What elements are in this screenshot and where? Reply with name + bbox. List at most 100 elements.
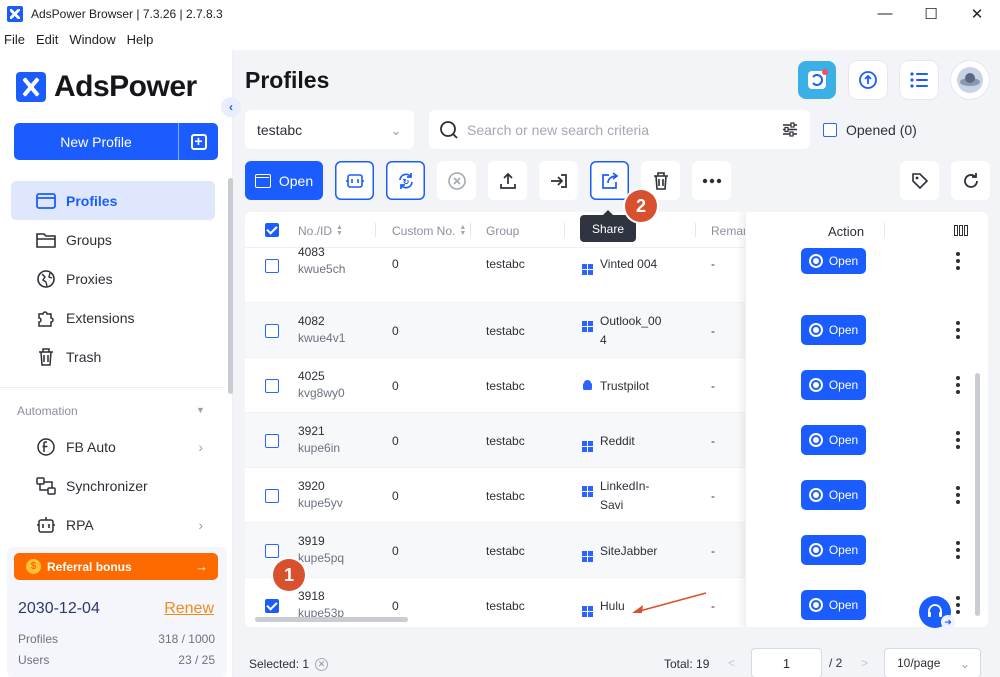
sidebar-item-proxies[interactable]: Proxies (0, 259, 233, 298)
row-more-icon[interactable] (955, 431, 961, 449)
step-badge-2: 2 (625, 190, 657, 222)
minimize-button[interactable]: — (862, 0, 908, 27)
clear-selection-icon[interactable]: ✕ (315, 657, 329, 671)
profile-name: Trustpilot (582, 379, 649, 393)
sidebar-item-label: Trash (66, 348, 102, 365)
expiry-date: 2030-12-04 (18, 600, 100, 617)
sidebar-item-synchronizer[interactable]: Synchronizer (0, 466, 233, 505)
app-promo-button[interactable] (798, 61, 836, 99)
row-checkbox[interactable] (265, 489, 279, 503)
row-open-button[interactable]: Open (801, 248, 866, 274)
new-profile-button[interactable]: New Profile (14, 123, 178, 160)
profile-name: Outlook_00 4 (582, 313, 661, 349)
row-open-button[interactable]: Open (801, 425, 866, 455)
browser-icon (808, 598, 823, 612)
row-checkbox[interactable] (265, 379, 279, 393)
close-button[interactable]: ✕ (954, 0, 1000, 27)
row-checkbox[interactable] (265, 259, 279, 273)
user-avatar[interactable] (951, 61, 989, 99)
next-page-button[interactable]: > (861, 656, 868, 670)
renew-link[interactable]: Renew (164, 600, 214, 618)
row-more-icon[interactable] (955, 321, 961, 339)
row-more-icon[interactable] (955, 596, 961, 614)
task-list-button[interactable] (900, 61, 938, 99)
rpa-button[interactable] (335, 161, 374, 200)
sidebar-nav: Profiles Groups Proxies Extensions Trash (0, 181, 233, 376)
browser-icon (808, 543, 823, 557)
row-open-button[interactable]: Open (801, 535, 866, 565)
table-vertical-scrollbar[interactable] (975, 373, 980, 616)
users-quota: Users 23 / 25 (18, 653, 215, 667)
menu-help[interactable]: Help (127, 32, 154, 47)
column-settings-icon[interactable] (954, 225, 968, 236)
refresh-logo-icon (808, 69, 828, 89)
menu-window[interactable]: Window (69, 32, 115, 47)
sidebar-item-label: Synchronizer (66, 477, 148, 494)
profile-no-id: 4025 kvg8wy0 (298, 369, 345, 400)
row-checkbox[interactable] (265, 324, 279, 338)
row-more-icon[interactable] (955, 376, 961, 394)
opened-filter[interactable]: Opened (0) (823, 122, 917, 138)
referral-bonus-banner[interactable]: $ Referral bonus → (14, 553, 218, 580)
filter-sliders-icon[interactable] (782, 122, 798, 137)
column-header-no-id[interactable]: No./ID ▲ ▼ (298, 224, 343, 238)
tags-button[interactable] (900, 161, 939, 200)
row-checkbox[interactable] (265, 434, 279, 448)
sync-upload-button[interactable] (849, 61, 887, 99)
sidebar-item-fb-auto[interactable]: FB Auto › (0, 427, 233, 466)
windows-icon (582, 486, 593, 497)
column-header-custom-no[interactable]: Custom No. ▲ ▼ (392, 224, 466, 238)
sidebar-item-groups[interactable]: Groups (0, 220, 233, 259)
row-open-button[interactable]: Open (801, 370, 866, 400)
group-name: testabc (486, 434, 525, 448)
refresh-button[interactable] (951, 161, 990, 200)
sidebar-item-label: Proxies (66, 270, 113, 287)
close-profiles-button[interactable] (437, 161, 476, 200)
transfer-button[interactable] (539, 161, 578, 200)
collapse-sidebar-button[interactable]: ‹ (221, 97, 241, 117)
group-name: testabc (486, 544, 525, 558)
table-horizontal-scrollbar[interactable] (255, 617, 408, 622)
profiles-quota-label: Profiles (18, 632, 59, 646)
puzzle-icon (36, 308, 56, 328)
maximize-button[interactable]: ☐ (908, 0, 954, 27)
quick-add-profile-button[interactable]: + (179, 123, 218, 160)
more-actions-button[interactable] (692, 161, 731, 200)
sidebar-item-rpa[interactable]: RPA › (0, 505, 233, 544)
remark: - (711, 257, 715, 271)
page-size-select[interactable]: 10/page ⌄ (884, 648, 981, 677)
group-select[interactable]: testabc ⌄ (245, 110, 414, 149)
refresh-icon (963, 172, 978, 188)
search-icon (440, 120, 458, 139)
chevron-down-icon: ⌄ (390, 122, 402, 138)
row-open-button[interactable]: Open (801, 590, 866, 620)
open-profiles-button[interactable]: Open (245, 161, 323, 200)
search-input[interactable] (467, 121, 767, 138)
caret-down-icon[interactable]: ▼ (196, 405, 205, 415)
trash-icon (653, 171, 668, 190)
row-more-icon[interactable] (955, 541, 961, 559)
list-icon (910, 72, 928, 88)
sidebar-item-extensions[interactable]: Extensions (0, 298, 233, 337)
profile-name: LinkedIn- Savi (582, 478, 649, 514)
remark: - (711, 379, 715, 393)
sidebar-item-trash[interactable]: Trash (0, 337, 233, 376)
svg-text:↻: ↻ (402, 177, 409, 186)
menu-file[interactable]: File (4, 32, 25, 47)
upload-button[interactable] (488, 161, 527, 200)
sidebar-item-profiles[interactable]: Profiles (11, 181, 215, 220)
page-number-input[interactable] (751, 648, 822, 677)
prev-page-button[interactable]: < (728, 656, 735, 670)
profiles-icon (36, 191, 56, 211)
sync-button[interactable]: ↻ (386, 161, 425, 200)
row-checkbox[interactable] (265, 599, 279, 613)
row-open-button[interactable]: Open (801, 480, 866, 510)
opened-checkbox[interactable] (823, 123, 837, 137)
menu-edit[interactable]: Edit (36, 32, 58, 47)
row-checkbox[interactable] (265, 544, 279, 558)
share-button[interactable] (590, 161, 629, 200)
row-more-icon[interactable] (955, 486, 961, 504)
row-more-icon[interactable] (955, 252, 961, 270)
select-all-checkbox[interactable] (265, 223, 279, 237)
row-open-button[interactable]: Open (801, 315, 866, 345)
